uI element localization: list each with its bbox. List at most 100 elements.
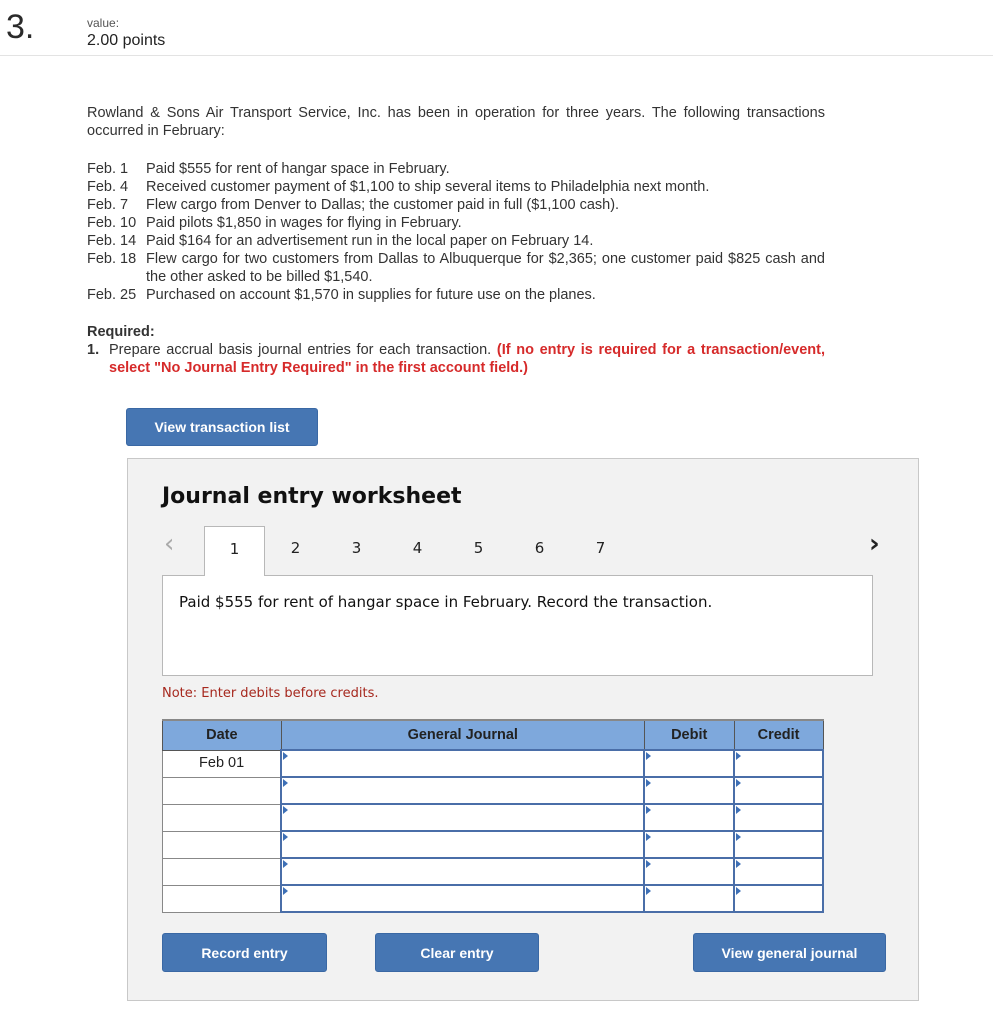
dropdown-marker-icon: [646, 833, 652, 841]
journal-table: Date General Journal Debit Credit Feb 01: [162, 719, 824, 913]
account-cell[interactable]: [280, 776, 646, 805]
transaction-text: Flew cargo from Denver to Dallas; the cu…: [146, 197, 620, 213]
account-cell[interactable]: [280, 884, 646, 913]
debit-input[interactable]: [645, 779, 734, 802]
header-credit: Credit: [733, 719, 824, 751]
transaction-text: Flew cargo for two customers from Dallas…: [146, 251, 825, 285]
tab-4[interactable]: 4: [387, 526, 448, 576]
debit-cell[interactable]: [643, 803, 736, 832]
tab-5[interactable]: 5: [448, 526, 509, 576]
transaction-date: Feb. 7: [87, 197, 129, 213]
transaction-tabs: 1 2 3 4 5 6 7: [204, 526, 631, 576]
debit-cell[interactable]: [643, 776, 736, 805]
account-cell[interactable]: [280, 857, 646, 886]
transaction-text: Paid pilots $1,850 in wages for flying i…: [146, 215, 462, 231]
value-label: value:: [87, 16, 120, 30]
dropdown-marker-icon: [283, 860, 289, 868]
tab-6[interactable]: 6: [509, 526, 570, 576]
transaction-date: Feb. 4: [87, 179, 129, 195]
transaction-date: Feb. 10: [87, 215, 137, 231]
transaction-date: Feb. 18: [87, 251, 137, 267]
view-transaction-list-button[interactable]: View transaction list: [126, 408, 318, 446]
account-cell[interactable]: [280, 749, 646, 778]
account-input[interactable]: [282, 887, 644, 910]
account-input[interactable]: [282, 779, 644, 802]
credit-cell[interactable]: [733, 749, 824, 778]
dropdown-marker-icon: [736, 806, 742, 814]
tab-1[interactable]: 1: [204, 526, 265, 576]
debit-input[interactable]: [645, 752, 734, 775]
chevron-left-icon[interactable]: ‹: [164, 529, 174, 559]
dropdown-marker-icon: [736, 752, 742, 760]
header-debit: Debit: [643, 719, 735, 751]
journal-row: [162, 803, 824, 832]
debit-input[interactable]: [645, 833, 734, 856]
transaction-list: Feb. 1 Paid $555 for rent of hangar space…: [87, 160, 825, 304]
account-cell[interactable]: [280, 803, 646, 832]
credit-input[interactable]: [735, 833, 822, 856]
required-text-wrap: Prepare accrual basis journal entries fo…: [109, 341, 825, 377]
chevron-right-icon[interactable]: ›: [869, 529, 880, 559]
transaction-item: Feb. 10 Paid pilots $1,850 in wages for f…: [87, 214, 825, 232]
header-general-journal: General Journal: [280, 719, 645, 751]
required-text: Prepare accrual basis journal entries fo…: [109, 342, 492, 358]
dropdown-marker-icon: [283, 806, 289, 814]
question-number: 3.: [6, 8, 35, 46]
date-cell: [162, 857, 282, 886]
credit-input[interactable]: [735, 779, 822, 802]
dropdown-marker-icon: [283, 779, 289, 787]
transaction-prompt: Paid $555 for rent of hangar space in Fe…: [179, 593, 713, 611]
transaction-item: Feb. 18 Flew cargo for two customers from…: [87, 250, 825, 286]
debit-cell[interactable]: [643, 749, 736, 778]
credit-cell[interactable]: [733, 857, 824, 886]
account-input[interactable]: [282, 833, 644, 856]
credit-input[interactable]: [735, 752, 822, 775]
journal-entry-worksheet: Journal entry worksheet ‹ 1 2 3 4 5 6 7 …: [127, 458, 919, 1001]
problem-statement: Rowland & Sons Air Transport Service, In…: [87, 104, 825, 377]
credit-input[interactable]: [735, 806, 822, 829]
account-input[interactable]: [282, 752, 644, 775]
required-number: 1.: [87, 342, 100, 358]
credit-cell[interactable]: [733, 884, 824, 913]
journal-row: [162, 857, 824, 886]
tab-3[interactable]: 3: [326, 526, 387, 576]
date-cell: [162, 803, 282, 832]
credit-cell[interactable]: [733, 803, 824, 832]
account-input[interactable]: [282, 806, 644, 829]
credit-cell[interactable]: [733, 830, 824, 859]
dropdown-marker-icon: [736, 833, 742, 841]
required-label: Required:: [87, 324, 155, 340]
debit-input[interactable]: [645, 860, 734, 883]
record-entry-button[interactable]: Record entry: [162, 933, 327, 972]
credit-input[interactable]: [735, 887, 822, 910]
dropdown-marker-icon: [646, 752, 652, 760]
problem-intro: Rowland & Sons Air Transport Service, In…: [87, 105, 825, 139]
debit-cell[interactable]: [643, 857, 736, 886]
account-cell[interactable]: [280, 830, 646, 859]
transaction-item: Feb. 14 Paid $164 for an advertisement ru…: [87, 232, 825, 250]
journal-row: [162, 830, 824, 859]
journal-header-row: Date General Journal Debit Credit: [162, 719, 824, 751]
debit-cell[interactable]: [643, 884, 736, 913]
transaction-date: Feb. 25: [87, 287, 137, 303]
credit-cell[interactable]: [733, 776, 824, 805]
tab-7[interactable]: 7: [570, 526, 631, 576]
required-section: Required: 1. Prepare accrual basis journ…: [87, 323, 825, 377]
transaction-item: Feb. 25 Purchased on account $1,570 in su…: [87, 286, 825, 304]
debit-cell[interactable]: [643, 830, 736, 859]
tab-2[interactable]: 2: [265, 526, 326, 576]
transaction-date: Feb. 14: [87, 233, 137, 249]
dropdown-marker-icon: [646, 806, 652, 814]
clear-entry-button[interactable]: Clear entry: [375, 933, 539, 972]
journal-row: [162, 776, 824, 805]
date-cell: [162, 776, 282, 805]
journal-row: Feb 01: [162, 749, 824, 778]
debit-input[interactable]: [645, 806, 734, 829]
dropdown-marker-icon: [646, 887, 652, 895]
debit-input[interactable]: [645, 887, 734, 910]
dropdown-marker-icon: [736, 779, 742, 787]
transaction-item: Feb. 4 Received customer payment of $1,10…: [87, 178, 825, 196]
account-input[interactable]: [282, 860, 644, 883]
view-general-journal-button[interactable]: View general journal: [693, 933, 886, 972]
credit-input[interactable]: [735, 860, 822, 883]
